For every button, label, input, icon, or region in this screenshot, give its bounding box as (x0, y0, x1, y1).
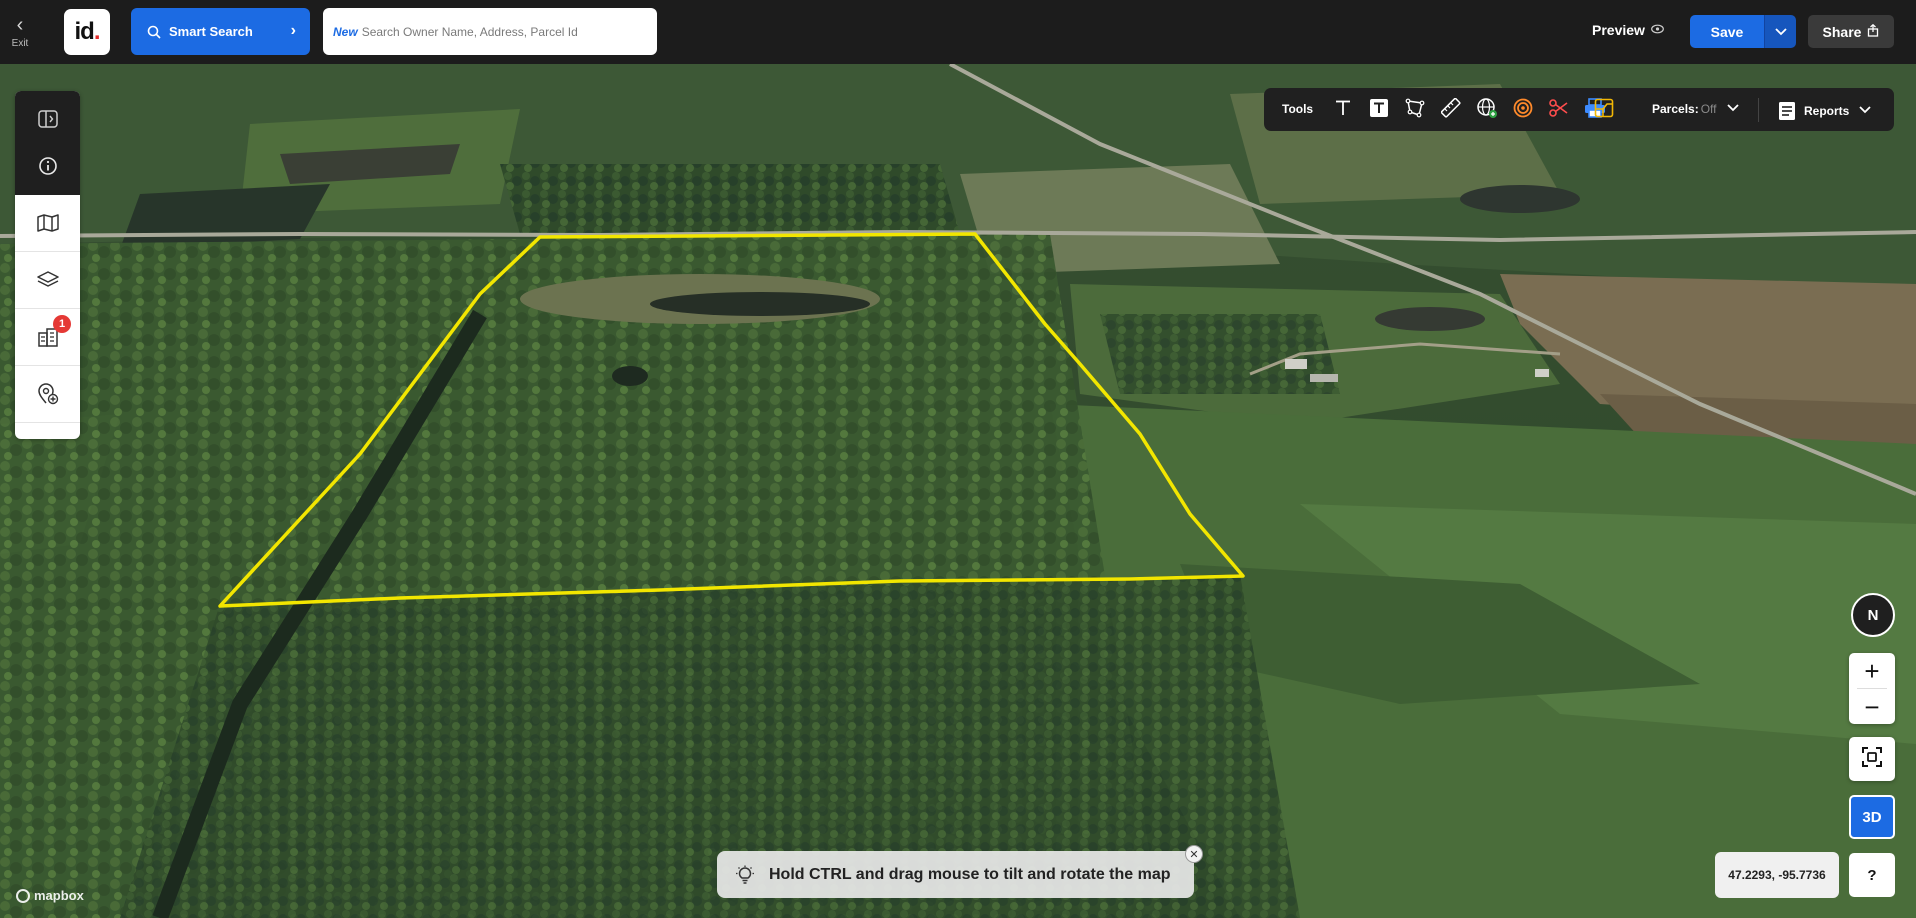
hint-text: Hold CTRL and drag mouse to tilt and rot… (769, 865, 1171, 883)
chevron-down-icon (1774, 25, 1787, 39)
text-tool-button[interactable] (1330, 97, 1356, 123)
polygon-icon (1405, 98, 1425, 123)
notification-badge: 1 (53, 315, 71, 333)
map-terrain (0, 64, 1916, 918)
chevron-right-icon: › (290, 22, 296, 39)
chevron-down-icon (1726, 103, 1739, 115)
map-hint-toast: Hold CTRL and drag mouse to tilt and rot… (717, 851, 1194, 898)
parcels-state: Off (1700, 102, 1717, 116)
compass-label: N (1867, 606, 1879, 624)
layers-icon (36, 270, 59, 290)
zoom-out-button[interactable]: − (1849, 689, 1895, 724)
globe-tool-button[interactable] (1474, 97, 1500, 123)
new-tag: New (333, 24, 358, 39)
search-field[interactable]: New (323, 8, 657, 55)
report-icon (1778, 101, 1796, 121)
ruler-icon (1440, 97, 1461, 123)
share-icon (1867, 23, 1879, 40)
radius-tool-button[interactable] (1510, 97, 1536, 123)
reports-dropdown[interactable]: Reports (1778, 101, 1871, 121)
panel-toggle-icon (37, 110, 58, 128)
top-bar: ‹ Exit id. Smart Search › New Preview Sa… (0, 0, 1916, 64)
sidebar-item-add-location[interactable] (15, 366, 80, 422)
text-box-icon (1369, 98, 1389, 123)
measure-tool-button[interactable] (1438, 97, 1464, 123)
parcel-icon (1594, 98, 1614, 123)
compass-button[interactable]: N (1851, 593, 1895, 637)
info-icon (38, 156, 58, 176)
polygon-tool-button[interactable] (1402, 97, 1428, 123)
exit-button[interactable]: ‹ Exit (0, 0, 40, 64)
zoom-in-button[interactable]: + (1849, 653, 1895, 688)
search-input[interactable] (361, 24, 622, 39)
text-icon (1334, 99, 1352, 122)
cut-tool-button[interactable] (1546, 97, 1572, 123)
share-label: Share (1822, 23, 1862, 40)
target-icon (1513, 98, 1533, 123)
scissors-icon (1549, 98, 1569, 123)
hint-close-button[interactable]: ✕ (1185, 845, 1203, 863)
satellite-map[interactable] (0, 64, 1916, 918)
add-location-icon (37, 383, 59, 405)
reports-label: Reports (1804, 104, 1850, 118)
exit-label: Exit (11, 37, 29, 49)
chevron-left-icon: ‹ (16, 13, 24, 36)
map-icon (36, 214, 59, 232)
preview-label: Preview (1592, 22, 1645, 38)
lightbulb-icon (735, 865, 755, 885)
smart-search-button[interactable]: Smart Search › (131, 8, 310, 55)
save-group: Save (1690, 15, 1796, 48)
parcel-layer-button[interactable] (1591, 97, 1617, 123)
left-sidebar: 1 (15, 91, 80, 439)
sidebar-item-buildings[interactable] (15, 309, 80, 365)
share-button[interactable]: Share (1808, 15, 1894, 48)
fit-bounds-button[interactable] (1849, 737, 1895, 781)
mapbox-logo-icon (16, 888, 30, 903)
tools-label: Tools (1282, 102, 1314, 116)
help-button[interactable]: ? (1849, 853, 1895, 897)
coordinates-readout: 47.2293, -95.7736 (1715, 852, 1839, 898)
save-dropdown-button[interactable] (1764, 15, 1796, 48)
close-icon: ✕ (1189, 848, 1199, 861)
sidebar-divider (15, 422, 80, 423)
mapbox-attribution[interactable]: mapbox (16, 888, 84, 903)
sidebar-item-layers[interactable] (15, 252, 80, 308)
tools-bar: Tools Parcels: Off Reports (1264, 88, 1894, 131)
toggle-3d-button[interactable]: 3D (1849, 795, 1895, 839)
focus-icon (1861, 746, 1883, 773)
parcels-label: Parcels: (1652, 102, 1699, 116)
logo-dot: . (93, 18, 101, 45)
eye-icon (1651, 23, 1664, 37)
chevron-down-icon (1859, 105, 1871, 117)
parcels-toggle[interactable]: Parcels: Off (1652, 102, 1739, 116)
globe-icon (1476, 97, 1498, 124)
toolbar-divider (1758, 98, 1759, 122)
sidebar-item-info[interactable] (15, 138, 80, 194)
smart-search-label: Smart Search (169, 24, 253, 39)
app-logo[interactable]: id. (64, 9, 110, 55)
sidebar-item-map[interactable] (15, 195, 80, 251)
save-button[interactable]: Save (1690, 15, 1764, 48)
preview-button[interactable]: Preview (1592, 22, 1664, 38)
logo-text: id (74, 18, 95, 45)
zoom-control: + − (1849, 653, 1895, 724)
search-icon (147, 25, 161, 39)
mapbox-label: mapbox (34, 888, 84, 903)
text-box-tool-button[interactable] (1366, 97, 1392, 123)
